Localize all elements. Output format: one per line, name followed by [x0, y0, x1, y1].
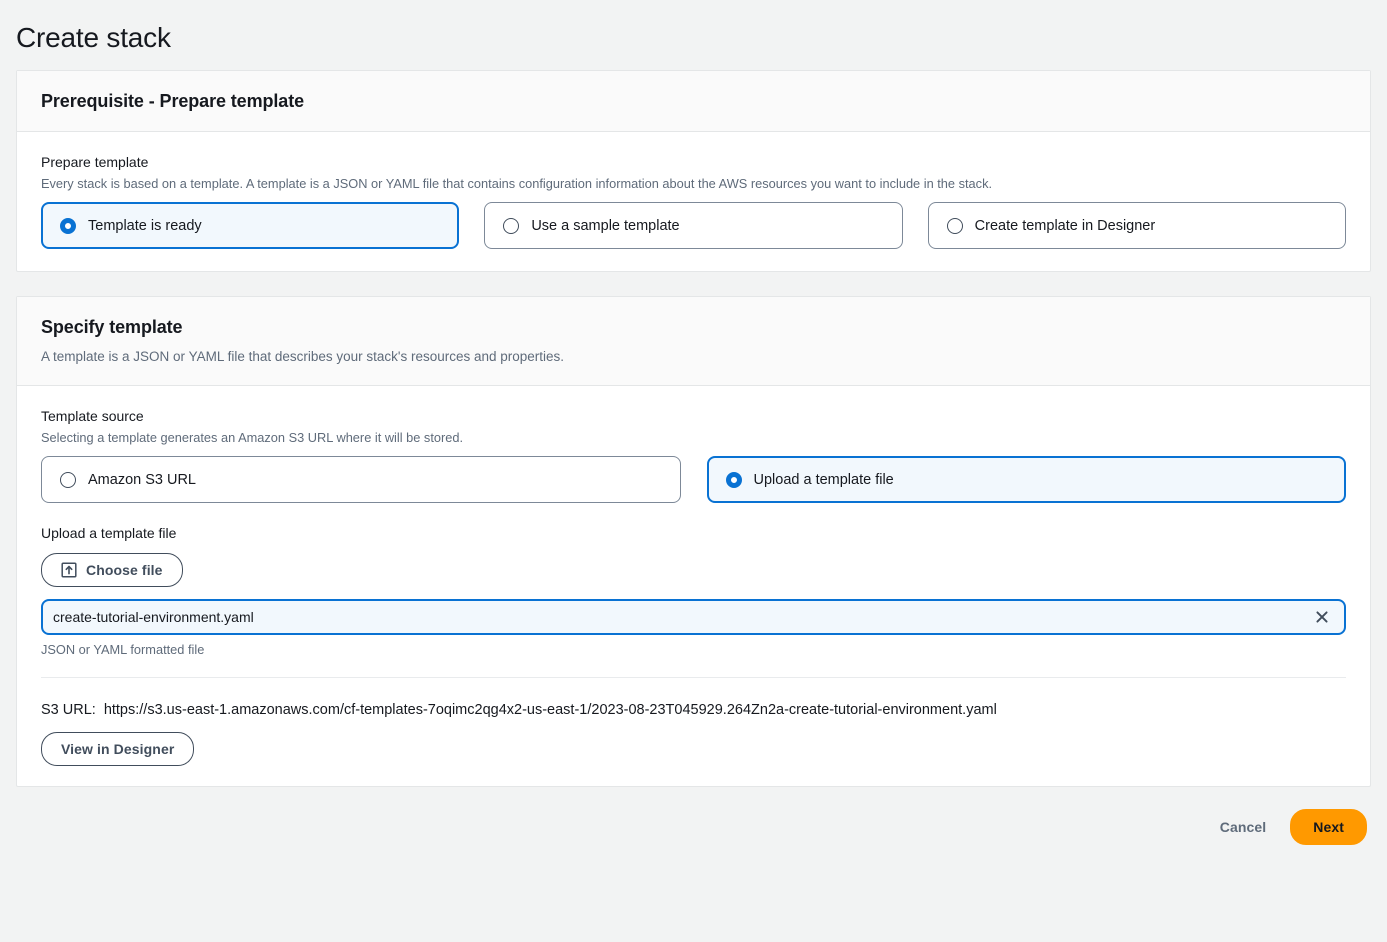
s3-url-line: S3 URL: https://s3.us-east-1.amazonaws.co…: [41, 700, 1346, 720]
radio-tile-create-template-in-designer[interactable]: Create template in Designer: [927, 202, 1346, 249]
view-in-designer-button-label: View in Designer: [61, 741, 175, 757]
uploaded-file-field[interactable]: create-tutorial-environment.yaml: [41, 599, 1346, 635]
upload-icon: [61, 562, 77, 578]
choose-file-button-label: Choose file: [86, 562, 163, 578]
next-button-label: Next: [1313, 819, 1344, 835]
section-divider: [41, 677, 1346, 678]
file-format-hint: JSON or YAML formatted file: [41, 642, 205, 657]
uploaded-file-name: create-tutorial-environment.yaml: [53, 609, 254, 625]
choose-file-button[interactable]: Choose file: [41, 553, 183, 587]
radio-label-amazon-s3-url: Amazon S3 URL: [88, 471, 196, 488]
template-source-label: Template source: [41, 408, 144, 424]
radio-label-upload-a-template-file: Upload a template file: [753, 471, 894, 488]
cancel-button-label: Cancel: [1219, 819, 1267, 835]
radio-indicator-create-template-in-designer[interactable]: [946, 217, 963, 234]
specify-template-subtitle: A template is a JSON or YAML file that d…: [41, 349, 565, 364]
form-actions: Cancel Next: [0, 787, 1387, 845]
radio-tile-upload-a-template-file[interactable]: Upload a template file: [706, 456, 1346, 503]
page-title: Create stack: [16, 22, 171, 53]
radio-indicator-use-a-sample-template[interactable]: [503, 217, 520, 234]
cancel-button[interactable]: Cancel: [1206, 809, 1281, 845]
upload-template-file-label: Upload a template file: [41, 525, 177, 541]
next-button[interactable]: Next: [1290, 809, 1367, 845]
specify-template-heading: Specify template: [41, 317, 183, 337]
prerequisite-card: Prerequisite - Prepare template Prepare …: [16, 70, 1371, 272]
radio-label-create-template-in-designer: Create template in Designer: [974, 217, 1156, 234]
specify-template-card-header: Specify template A template is a JSON or…: [17, 297, 1370, 386]
prerequisite-card-body: Prepare template Every stack is based on…: [17, 132, 1370, 271]
specify-template-card-body: Template source Selecting a template gen…: [17, 386, 1370, 700]
radio-tile-use-a-sample-template[interactable]: Use a sample template: [484, 202, 903, 249]
radio-indicator-amazon-s3-url[interactable]: [60, 471, 76, 488]
prepare-template-description: Every stack is based on a template. A te…: [41, 176, 993, 191]
s3-url-value: https://s3.us-east-1.amazonaws.com/cf-te…: [103, 702, 997, 718]
radio-label-template-is-ready: Template is ready: [88, 217, 202, 234]
radio-indicator-template-is-ready[interactable]: [60, 217, 76, 234]
radio-tile-template-is-ready[interactable]: Template is ready: [41, 202, 460, 249]
card-spacer: [0, 272, 1387, 296]
close-icon: [1314, 609, 1330, 625]
radio-indicator-upload-a-template-file[interactable]: [725, 471, 742, 488]
view-in-designer-button[interactable]: View in Designer: [41, 732, 195, 766]
radio-label-use-a-sample-template: Use a sample template: [531, 217, 680, 234]
create-stack-page: Create stack Prerequisite - Prepare temp…: [0, 0, 1387, 942]
s3-url-section: S3 URL: https://s3.us-east-1.amazonaws.co…: [17, 700, 1370, 786]
template-source-radio-group: Amazon S3 URL Upload a template file: [41, 456, 1346, 503]
specify-template-card: Specify template A template is a JSON or…: [16, 296, 1371, 787]
clear-file-button[interactable]: [1308, 603, 1336, 631]
prerequisite-card-header: Prerequisite - Prepare template: [17, 71, 1370, 132]
prerequisite-heading: Prerequisite - Prepare template: [41, 91, 305, 111]
template-source-description: Selecting a template generates an Amazon…: [41, 430, 464, 445]
prepare-template-label: Prepare template: [41, 154, 149, 170]
radio-tile-amazon-s3-url[interactable]: Amazon S3 URL: [41, 456, 681, 503]
prepare-template-radio-group: Template is ready Use a sample template …: [41, 202, 1346, 249]
s3-url-label: S3 URL:: [41, 702, 96, 718]
